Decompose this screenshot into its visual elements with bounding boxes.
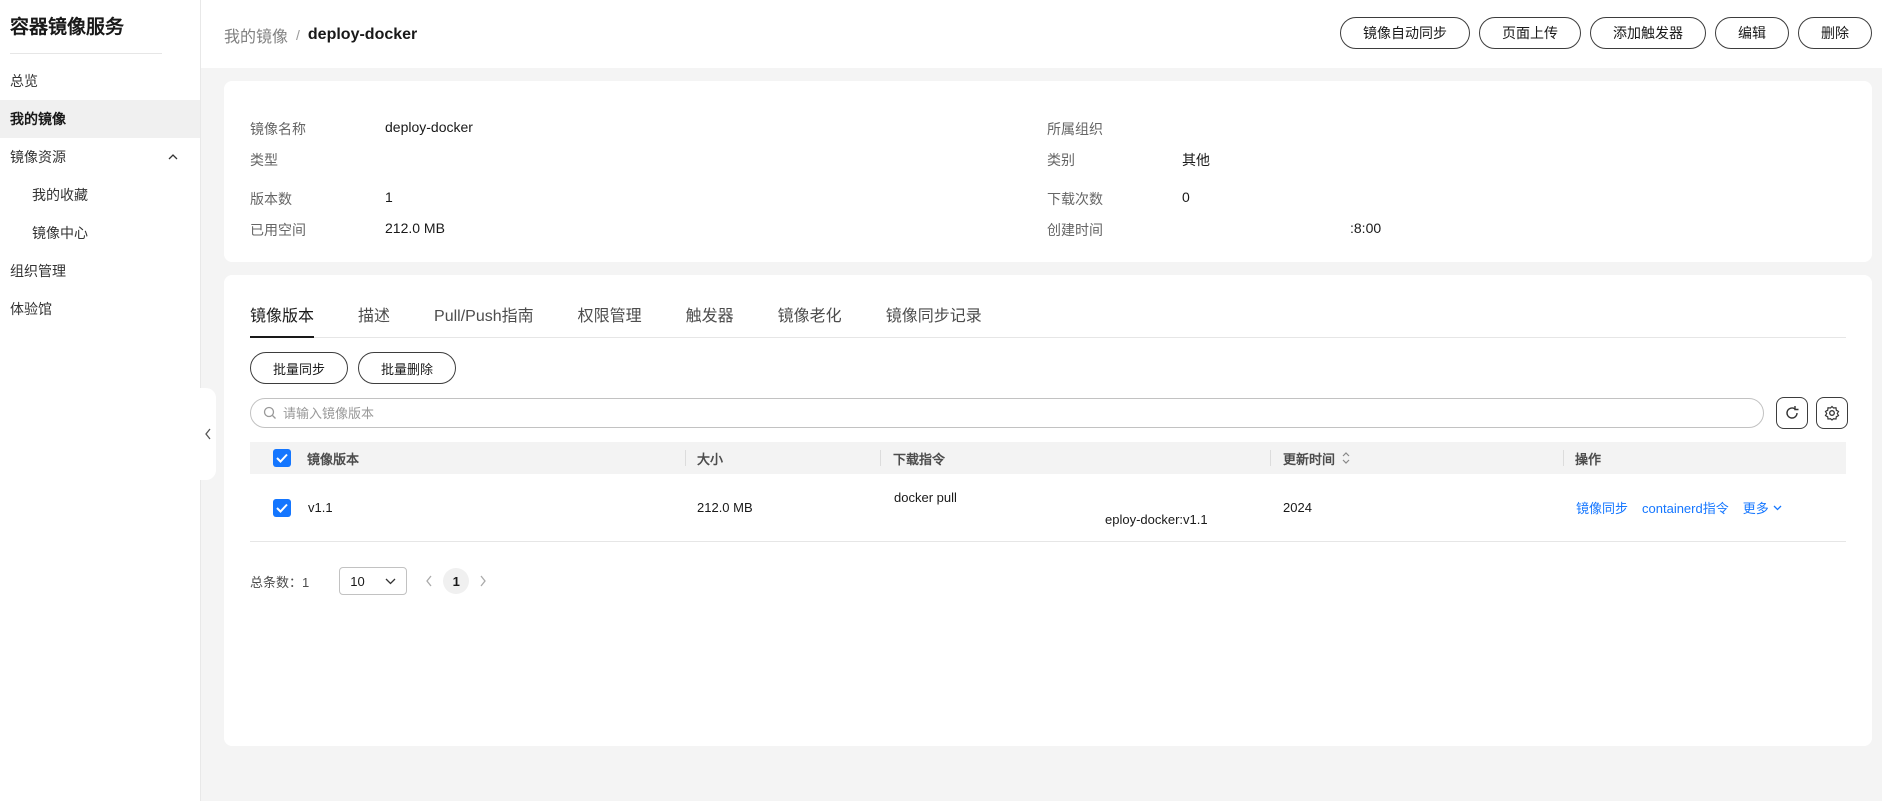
category-value: 其他 — [1182, 152, 1210, 168]
header-size: 大小 — [697, 451, 724, 467]
header-version: 镜像版本 — [307, 451, 360, 467]
sidebar-item-my-images[interactable]: 我的镜像 — [0, 100, 200, 138]
gear-icon — [1824, 405, 1840, 421]
sidebar-item-overview[interactable]: 总览 — [0, 62, 200, 100]
sidebar-title: 容器镜像服务 — [10, 17, 125, 38]
sidebar-item-favorites[interactable]: 我的收藏 — [0, 176, 200, 214]
delete-button[interactable]: 删除 — [1798, 17, 1872, 49]
download-count-value: 0 — [1182, 189, 1190, 205]
page-header: 我的镜像 / deploy-docker 镜像自动同步 页面上传 添加触发器 编… — [201, 0, 1882, 68]
version-count-value: 1 — [385, 189, 393, 205]
add-trigger-button[interactable]: 添加触发器 — [1590, 17, 1706, 49]
image-info-card: 镜像名称 deploy-docker 所属组织 类型 类别 其他 版本数 1 下… — [224, 81, 1872, 262]
prev-page-icon[interactable] — [425, 575, 433, 587]
org-label: 所属组织 — [1047, 121, 1103, 137]
column-divider — [1270, 450, 1271, 466]
sidebar-item-image-resources[interactable]: 镜像资源 — [0, 138, 200, 176]
page-number-current[interactable]: 1 — [443, 568, 470, 594]
type-label: 类型 — [250, 152, 278, 168]
tab-bar: 镜像版本 描述 Pull/Push指南 权限管理 触发器 镜像老化 镜像同步记录 — [250, 305, 1846, 338]
row-command-line2: eploy-docker:v1.1 — [1105, 512, 1208, 527]
auto-sync-button[interactable]: 镜像自动同步 — [1340, 17, 1470, 49]
created-time-label: 创建时间 — [1047, 222, 1103, 238]
download-count-label: 下载次数 — [1047, 191, 1103, 207]
total-count: 总条数：1 — [250, 574, 310, 590]
tab-image-versions[interactable]: 镜像版本 — [250, 305, 315, 338]
edit-button[interactable]: 编辑 — [1715, 17, 1789, 49]
sidebar-item-label: 镜像资源 — [10, 149, 66, 165]
next-page-icon[interactable] — [479, 575, 487, 587]
batch-delete-button[interactable]: 批量删除 — [358, 352, 457, 384]
settings-button[interactable] — [1816, 397, 1848, 429]
tab-description[interactable]: 描述 — [358, 305, 390, 338]
page-size-value: 10 — [350, 573, 365, 589]
category-label: 类别 — [1047, 152, 1075, 168]
image-sync-link[interactable]: 镜像同步 — [1576, 498, 1628, 517]
versions-table: 镜像版本 大小 下载指令 更新时间 操作 v1.1 212.0 MB docke… — [250, 442, 1846, 542]
column-divider — [685, 450, 686, 466]
chevron-down-icon — [385, 578, 396, 584]
search-icon — [263, 406, 276, 419]
chevron-left-icon — [205, 428, 211, 440]
image-name-label: 镜像名称 — [250, 121, 306, 137]
column-divider — [880, 450, 881, 466]
tab-image-aging[interactable]: 镜像老化 — [778, 305, 842, 338]
used-space-label: 已用空间 — [250, 222, 306, 238]
check-icon — [276, 503, 288, 513]
sidebar-item-org-management[interactable]: 组织管理 — [0, 252, 200, 290]
upload-button[interactable]: 页面上传 — [1479, 17, 1581, 49]
table-header: 镜像版本 大小 下载指令 更新时间 操作 — [250, 442, 1846, 474]
row-updated: 2024 — [1283, 500, 1312, 515]
image-name-value: deploy-docker — [385, 119, 473, 135]
row-command-line1: docker pull — [894, 490, 957, 505]
header-updated-label: 更新时间 — [1283, 451, 1336, 467]
sidebar-collapse-button[interactable] — [200, 388, 216, 480]
check-icon — [276, 453, 288, 463]
sidebar-item-image-center[interactable]: 镜像中心 — [0, 214, 200, 252]
breadcrumb-parent[interactable]: 我的镜像 — [224, 23, 288, 47]
refresh-button[interactable] — [1776, 397, 1808, 429]
pagination: 总条数：1 10 1 — [250, 567, 487, 595]
version-count-label: 版本数 — [250, 191, 292, 207]
versions-card: 镜像版本 描述 Pull/Push指南 权限管理 触发器 镜像老化 镜像同步记录… — [224, 275, 1872, 746]
tab-pull-push-guide[interactable]: Pull/Push指南 — [434, 305, 534, 338]
batch-sync-button[interactable]: 批量同步 — [250, 352, 349, 384]
page-title: deploy-docker — [307, 26, 418, 43]
column-divider — [1563, 450, 1564, 466]
tab-triggers[interactable]: 触发器 — [686, 305, 734, 338]
row-ops: 镜像同步 containerd指令 更多 — [1576, 474, 1782, 541]
more-menu[interactable]: 更多 — [1743, 498, 1782, 517]
batch-actions: 批量同步 批量删除 — [250, 352, 457, 384]
sidebar-item-experience[interactable]: 体验馆 — [0, 290, 200, 328]
breadcrumb-separator: / — [296, 27, 300, 43]
containerd-command-link[interactable]: containerd指令 — [1642, 498, 1729, 517]
sidebar: 容器镜像服务 总览 我的镜像 镜像资源 我的收藏 镜像中心 组织管理 体验馆 — [0, 0, 201, 801]
header-ops: 操作 — [1575, 451, 1602, 467]
header-actions: 镜像自动同步 页面上传 添加触发器 编辑 删除 — [1340, 17, 1872, 49]
table-row: v1.1 212.0 MB docker pull eploy-docker:v… — [250, 474, 1846, 542]
used-space-value: 212.0 MB — [385, 220, 445, 236]
header-updated[interactable]: 更新时间 — [1283, 442, 1351, 474]
tab-permissions[interactable]: 权限管理 — [578, 305, 642, 338]
refresh-icon — [1786, 406, 1799, 419]
more-label: 更多 — [1742, 501, 1769, 516]
row-checkbox[interactable] — [273, 474, 291, 541]
chevron-down-icon — [1773, 505, 1782, 510]
page-size-select[interactable]: 10 — [339, 567, 408, 595]
select-all-checkbox[interactable] — [273, 442, 291, 474]
chevron-up-icon — [168, 154, 178, 160]
header-command: 下载指令 — [893, 451, 946, 467]
tab-sync-records[interactable]: 镜像同步记录 — [886, 305, 982, 338]
sort-icon — [1342, 452, 1350, 464]
search-input[interactable] — [283, 405, 1763, 421]
created-time-value: :8:00 — [1350, 220, 1382, 236]
search-box — [250, 398, 1764, 428]
row-size: 212.0 MB — [697, 500, 753, 515]
breadcrumb: 我的镜像 / deploy-docker — [224, 23, 417, 47]
row-version[interactable]: v1.1 — [308, 474, 333, 541]
sidebar-divider — [10, 53, 162, 54]
